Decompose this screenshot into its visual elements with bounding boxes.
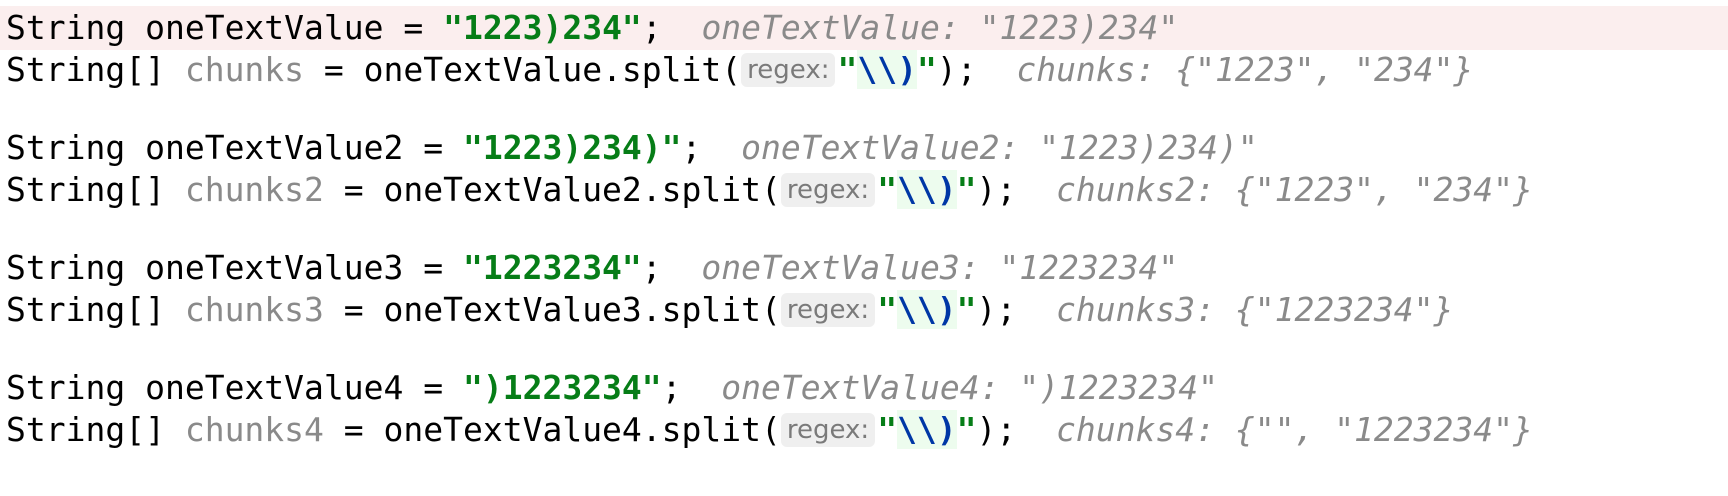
string-quote-open: " bbox=[837, 50, 858, 89]
variable-name: oneTextValue4 bbox=[145, 368, 404, 407]
inline-value-hint: chunks2: {"1223", "234"} bbox=[1056, 170, 1533, 209]
statement-end: ; bbox=[641, 8, 662, 47]
type-keyword: String[] bbox=[6, 170, 165, 209]
type-keyword: String bbox=[6, 368, 126, 407]
string-quote-close: " bbox=[956, 290, 977, 329]
type-keyword: String[] bbox=[6, 290, 165, 329]
code-line-4[interactable]: String[] chunks2 = oneTextValue2.split(r… bbox=[0, 168, 1728, 212]
method-call: oneTextValue.split( bbox=[363, 50, 742, 89]
statement-end: ; bbox=[641, 248, 662, 287]
string-literal: "1223)234)" bbox=[462, 128, 682, 167]
inline-value-hint: chunks4: {"", "1223234"} bbox=[1056, 410, 1533, 449]
variable-name: oneTextValue3 bbox=[145, 248, 404, 287]
string-literal: ")1223234" bbox=[462, 368, 662, 407]
assign-operator: = bbox=[304, 50, 364, 89]
type-keyword: String[] bbox=[6, 50, 165, 89]
variable-name: chunks bbox=[184, 50, 305, 89]
statement-end: ); bbox=[976, 170, 1017, 209]
statement-end: ); bbox=[976, 410, 1017, 449]
type-keyword: String[] bbox=[6, 410, 165, 449]
regex-escape: \\) bbox=[897, 290, 957, 329]
method-call: oneTextValue2.split( bbox=[383, 170, 781, 209]
inline-value-hint: oneTextValue: "1223)234" bbox=[701, 8, 1179, 47]
assign-operator: = bbox=[323, 170, 384, 209]
parameter-hint: regex: bbox=[780, 173, 876, 207]
regex-escape: \\) bbox=[897, 410, 957, 449]
method-call: oneTextValue4.split( bbox=[383, 410, 781, 449]
inline-value-hint: oneTextValue2: "1223)234)" bbox=[741, 128, 1258, 167]
type-keyword: String bbox=[6, 248, 126, 287]
variable-name: chunks2 bbox=[184, 170, 324, 209]
regex-escape: \\) bbox=[857, 50, 917, 89]
inline-value-hint: oneTextValue3: "1223234" bbox=[701, 248, 1179, 287]
type-keyword: String bbox=[6, 128, 126, 167]
method-call: oneTextValue3.split( bbox=[383, 290, 781, 329]
string-quote-close: " bbox=[956, 410, 977, 449]
code-line-8[interactable]: String[] chunks4 = oneTextValue4.split(r… bbox=[0, 408, 1728, 452]
variable-name: chunks3 bbox=[184, 290, 324, 329]
inline-value-hint: chunks3: {"1223234"} bbox=[1056, 290, 1454, 329]
regex-escape: \\) bbox=[897, 170, 957, 209]
code-line-3[interactable]: String oneTextValue2 = "1223)234)"; oneT… bbox=[0, 126, 1728, 170]
assign-operator: = bbox=[403, 368, 463, 407]
statement-end: ; bbox=[681, 128, 702, 167]
assign-operator: = bbox=[403, 128, 463, 167]
statement-end: ); bbox=[936, 50, 977, 89]
code-line-6[interactable]: String[] chunks3 = oneTextValue3.split(r… bbox=[0, 288, 1728, 332]
string-literal: "1223234" bbox=[462, 248, 642, 287]
inline-value-hint: oneTextValue4: ")1223234" bbox=[721, 368, 1218, 407]
variable-name: oneTextValue bbox=[145, 8, 384, 47]
assign-operator: = bbox=[323, 290, 384, 329]
variable-name: chunks4 bbox=[184, 410, 324, 449]
string-quote-open: " bbox=[877, 410, 898, 449]
parameter-hint: regex: bbox=[741, 53, 836, 87]
parameter-hint: regex: bbox=[780, 413, 876, 447]
code-line-5[interactable]: String oneTextValue3 = "1223234"; oneTex… bbox=[0, 246, 1728, 290]
code-line-7[interactable]: String oneTextValue4 = ")1223234"; oneTe… bbox=[0, 366, 1728, 410]
assign-operator: = bbox=[323, 410, 384, 449]
code-editor[interactable]: String oneTextValue = "1223)234"; oneTex… bbox=[0, 0, 1728, 496]
type-keyword: String bbox=[6, 8, 126, 47]
inline-value-hint: chunks: {"1223", "234"} bbox=[1016, 50, 1474, 89]
statement-end: ); bbox=[976, 290, 1017, 329]
assign-operator: = bbox=[403, 248, 463, 287]
string-quote-open: " bbox=[877, 290, 898, 329]
string-quote-open: " bbox=[877, 170, 898, 209]
string-quote-close: " bbox=[956, 170, 977, 209]
string-quote-close: " bbox=[916, 50, 937, 89]
variable-name: oneTextValue2 bbox=[145, 128, 404, 167]
code-line-2[interactable]: String[] chunks = oneTextValue.split(reg… bbox=[0, 48, 1728, 92]
string-literal: "1223)234" bbox=[443, 8, 642, 47]
parameter-hint: regex: bbox=[780, 293, 876, 327]
assign-operator: = bbox=[383, 8, 444, 47]
statement-end: ; bbox=[661, 368, 682, 407]
code-line-1[interactable]: String oneTextValue = "1223)234"; oneTex… bbox=[0, 6, 1728, 50]
